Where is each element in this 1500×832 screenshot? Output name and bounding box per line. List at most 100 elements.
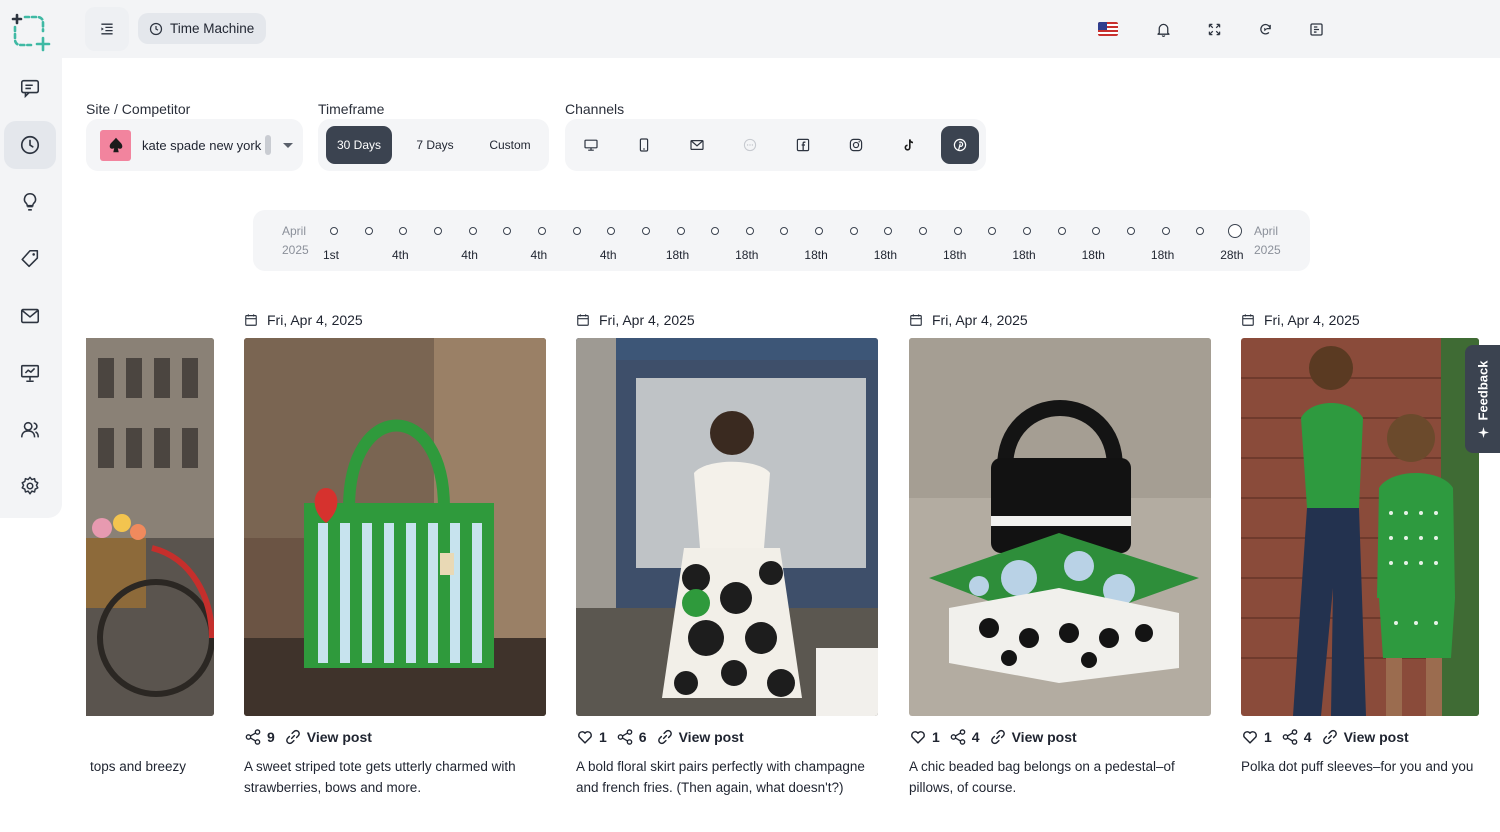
sidebar-item-ideas[interactable] (4, 178, 56, 226)
timeline-dot[interactable] (503, 227, 512, 235)
timeline-dot[interactable] (919, 227, 928, 235)
timeline-dot[interactable] (849, 227, 858, 235)
timeline-dot[interactable] (988, 227, 997, 235)
post-stats: 1 4 View post (1241, 728, 1409, 746)
timeline-label: 1st (322, 248, 340, 262)
post-image[interactable] (576, 338, 878, 716)
channel-pinterest[interactable] (941, 126, 979, 164)
channel-facebook[interactable] (784, 126, 822, 164)
timeline-dot[interactable] (1057, 227, 1066, 235)
timeline-dot[interactable] (572, 227, 581, 235)
app-logo-icon[interactable] (9, 11, 51, 53)
likes-count: 1 (932, 729, 940, 745)
post-description: A sweet striped tote gets utterly charme… (244, 759, 516, 795)
channel-tiktok[interactable] (890, 126, 928, 164)
channel-instagram[interactable] (837, 126, 875, 164)
time-machine-chip[interactable]: Time Machine (138, 13, 267, 44)
timeline-dot[interactable] (433, 227, 442, 235)
sidebar-item-reports[interactable] (4, 349, 56, 397)
top-bar: Time Machine (62, 0, 1500, 58)
timeline-dot[interactable] (884, 227, 893, 235)
sidebar-item-settings[interactable] (4, 462, 56, 510)
bell-icon (1156, 23, 1170, 37)
menu-collapse-button[interactable] (85, 7, 129, 51)
export-icon (1309, 22, 1323, 36)
view-post-link[interactable]: View post (989, 728, 1077, 746)
sidebar-item-time-machine[interactable] (4, 121, 56, 169)
timeline-dot[interactable] (953, 227, 962, 235)
timeline-dot[interactable] (815, 227, 824, 235)
refresh-icon (1259, 23, 1271, 35)
channel-email[interactable] (678, 126, 716, 164)
post-image[interactable] (1241, 338, 1479, 716)
timeline-label: 18th (735, 248, 759, 262)
timeline-dot[interactable] (676, 227, 685, 235)
language-button[interactable] (1094, 15, 1122, 43)
feedback-tab[interactable]: Feedback (1465, 345, 1500, 453)
timeline-dot[interactable] (1092, 227, 1101, 235)
timeline-label: 18th (1081, 248, 1105, 262)
timeline-dot[interactable] (1161, 227, 1170, 235)
timeline-dot[interactable] (641, 227, 650, 235)
timeline-label: 4th (461, 248, 478, 262)
mobile-icon (639, 138, 649, 152)
clock-icon (20, 135, 40, 155)
export-button[interactable] (1302, 15, 1330, 43)
timeline-dot[interactable] (330, 227, 338, 235)
us-flag-icon (1098, 22, 1118, 36)
sidebar-item-email[interactable] (4, 292, 56, 340)
shares-stat: 9 (244, 728, 275, 746)
view-post-link[interactable]: View post (284, 728, 372, 746)
instagram-icon (849, 138, 863, 152)
timeline-label: 4th (599, 248, 617, 262)
desktop-icon (584, 139, 598, 151)
timeline-dot[interactable] (1126, 227, 1135, 235)
timeframe-7-days[interactable]: 7 Days (404, 126, 466, 164)
timeline-dot[interactable] (468, 227, 477, 235)
timeline-label: 4th (530, 248, 548, 262)
timeline-dot[interactable] (399, 227, 408, 235)
notifications-button[interactable] (1149, 15, 1177, 43)
post-date: Fri, Apr 4, 2025 (1241, 312, 1360, 328)
timeline-slider[interactable]: April 2025 1st 4th 4th 4th 4th 18th 18th 18th 18… (253, 210, 1310, 271)
timeline-dot[interactable] (537, 227, 546, 235)
timeline-label: 18th (943, 248, 967, 262)
timeline-dot[interactable] (1023, 227, 1031, 235)
post-date: Fri, Apr 4, 2025 (244, 312, 363, 328)
calendar-icon (910, 314, 922, 326)
view-post-link[interactable]: View post (656, 728, 744, 746)
post-image[interactable] (244, 338, 546, 716)
timeline-dot[interactable] (711, 227, 720, 235)
channels-label: Channels (565, 101, 625, 117)
timeline-dot[interactable] (745, 227, 754, 235)
site-competitor-select[interactable]: kate spade new york (86, 119, 303, 171)
sidebar-item-users[interactable] (4, 406, 56, 454)
sidebar-item-promotions[interactable] (4, 235, 56, 283)
post-stats: 9 View post (244, 728, 372, 746)
timeframe-custom[interactable]: Custom (477, 126, 543, 164)
timeline-dot[interactable] (364, 227, 373, 235)
site-logo (100, 129, 131, 161)
timeframe-30-days[interactable]: 30 Days (326, 126, 392, 164)
fullscreen-button[interactable] (1200, 15, 1228, 43)
feedback-label: Feedback (1475, 360, 1491, 420)
calendar-icon (245, 314, 257, 326)
channel-mobile[interactable] (625, 126, 663, 164)
timeline-dot-selected[interactable] (1227, 224, 1242, 238)
sidebar-item-chat[interactable] (4, 64, 56, 112)
post-image[interactable] (909, 338, 1211, 716)
channel-desktop[interactable] (572, 126, 610, 164)
tiktok-icon (904, 139, 914, 151)
view-post-link[interactable]: View post (1321, 728, 1409, 746)
chat-icon (20, 79, 40, 99)
channel-sms[interactable] (731, 126, 769, 164)
timeline-end-year: 2025 (1254, 243, 1281, 257)
timeline-dot[interactable] (607, 227, 616, 235)
refresh-button[interactable] (1251, 15, 1279, 43)
post-date: Fri, Apr 4, 2025 (909, 312, 1028, 328)
post-image[interactable] (86, 338, 214, 716)
timeline-dot[interactable] (780, 227, 789, 235)
timeline-label: 18th (1012, 248, 1036, 262)
timeline-dot[interactable] (1196, 227, 1205, 235)
post-stats: 1 4 View post (909, 728, 1077, 746)
